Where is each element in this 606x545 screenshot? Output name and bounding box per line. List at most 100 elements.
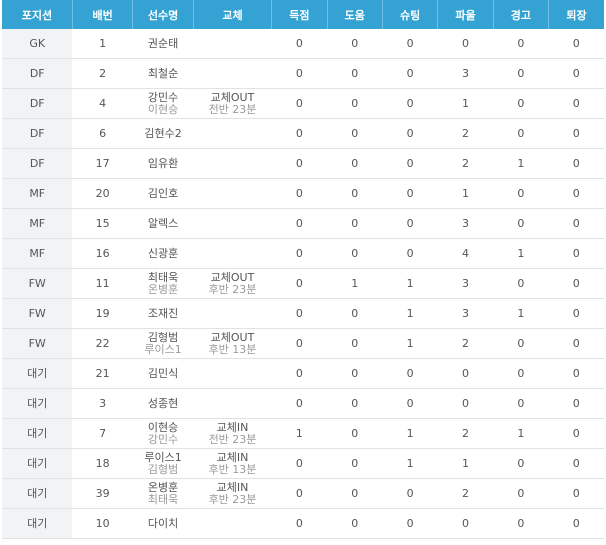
player-name: 다이치: [147, 516, 179, 530]
substitution-time: 전반 23분: [208, 102, 257, 116]
cell-shots: 0: [382, 388, 438, 419]
cell-red-cards: 0: [548, 238, 604, 269]
cell-red-cards: 0: [548, 328, 604, 359]
cell-fouls: 3: [437, 268, 494, 299]
substitution-time: 후반 23분: [208, 492, 257, 506]
cell-substitution: [193, 148, 272, 179]
cell-substitution: [193, 298, 272, 329]
substitution-type: 교체OUT: [210, 270, 255, 284]
cell-number: 11: [72, 268, 133, 299]
cell-assists: 0: [327, 418, 383, 449]
cell-assists: 0: [327, 448, 383, 479]
header-substitution: 교체: [193, 0, 273, 29]
cell-goals: 0: [271, 358, 328, 389]
substituted-player-name: 루이스1: [144, 342, 182, 356]
cell-assists: 0: [327, 58, 383, 89]
cell-red-cards: 0: [548, 508, 604, 539]
cell-yellow-cards: 1: [493, 148, 549, 179]
cell-fouls: 2: [437, 118, 494, 149]
cell-substitution: 교체IN 후반 23분: [193, 478, 272, 509]
table-row: MF 16 신광훈 0 0 0 4 1 0: [2, 238, 604, 269]
substitution-type: 교체OUT: [210, 330, 255, 344]
cell-number: 4: [72, 88, 133, 119]
cell-goals: 0: [271, 328, 328, 359]
cell-number: 1: [72, 29, 133, 59]
table-row: 대기 10 다이치 0 0 0 0 0 0: [2, 508, 604, 539]
cell-assists: 0: [327, 328, 383, 359]
cell-shots: 1: [382, 298, 438, 329]
cell-shots: 1: [382, 418, 438, 449]
cell-position: 대기: [2, 358, 73, 389]
cell-number: 19: [72, 298, 133, 329]
cell-player-name: 이현승 강민수: [132, 418, 194, 449]
cell-assists: 0: [327, 478, 383, 509]
cell-goals: 0: [271, 118, 328, 149]
cell-goals: 0: [271, 238, 328, 269]
cell-position: 대기: [2, 478, 73, 509]
player-name: 온병훈: [147, 480, 179, 494]
cell-number: 10: [72, 508, 133, 539]
cell-substitution: [193, 29, 272, 59]
player-name: 루이스1: [144, 450, 182, 464]
cell-position: 대기: [2, 508, 73, 539]
cell-position: DF: [2, 148, 73, 179]
player-name: 김현수2: [144, 126, 182, 140]
cell-position: DF: [2, 58, 73, 89]
cell-red-cards: 0: [548, 148, 604, 179]
header-position: 포지션: [2, 0, 73, 29]
cell-assists: 0: [327, 388, 383, 419]
cell-assists: 0: [327, 88, 383, 119]
cell-shots: 1: [382, 328, 438, 359]
cell-assists: 0: [327, 298, 383, 329]
cell-position: FW: [2, 328, 73, 359]
cell-goals: 0: [271, 448, 328, 479]
cell-position: GK: [2, 29, 73, 59]
substitution-type: 교체IN: [216, 420, 249, 434]
cell-position: MF: [2, 178, 73, 209]
cell-player-name: 김인호: [132, 178, 194, 209]
player-name: 강민수: [147, 90, 179, 104]
cell-red-cards: 0: [548, 418, 604, 449]
player-name: 김민식: [147, 366, 179, 380]
cell-goals: 0: [271, 388, 328, 419]
player-name: 성종현: [147, 396, 179, 410]
cell-goals: 1: [271, 418, 328, 449]
cell-player-name: 김현수2: [132, 118, 194, 149]
cell-assists: 0: [327, 508, 383, 539]
player-name: 알렉스: [147, 216, 179, 230]
table-row: MF 15 알렉스 0 0 0 3 0 0: [2, 208, 604, 239]
header-red-cards: 퇴장: [548, 0, 604, 29]
cell-goals: 0: [271, 298, 328, 329]
cell-goals: 0: [271, 88, 328, 119]
cell-red-cards: 0: [548, 268, 604, 299]
cell-player-name: 알렉스: [132, 208, 194, 239]
cell-shots: 0: [382, 508, 438, 539]
cell-red-cards: 0: [548, 358, 604, 389]
cell-player-name: 최태욱 온병훈: [132, 268, 194, 299]
substitution-time: 후반 13분: [208, 342, 257, 356]
cell-red-cards: 0: [548, 298, 604, 329]
cell-shots: 1: [382, 268, 438, 299]
cell-goals: 0: [271, 148, 328, 179]
substituted-player-name: 김형범: [147, 462, 179, 476]
cell-number: 2: [72, 58, 133, 89]
substituted-player-name: 온병훈: [147, 282, 179, 296]
cell-shots: 1: [382, 448, 438, 479]
player-name: 조재진: [147, 306, 179, 320]
cell-assists: 0: [327, 238, 383, 269]
cell-goals: 0: [271, 29, 328, 59]
player-name: 신광훈: [147, 246, 179, 260]
cell-goals: 0: [271, 478, 328, 509]
cell-shots: 0: [382, 208, 438, 239]
cell-assists: 0: [327, 118, 383, 149]
cell-substitution: [193, 178, 272, 209]
cell-fouls: 4: [437, 238, 494, 269]
table-row: FW 19 조재진 0 0 1 3 1 0: [2, 298, 604, 329]
cell-yellow-cards: 0: [493, 118, 549, 149]
table-row: FW 22 김형범 루이스1 교체OUT 후반 13분 0 0 1 2 0 0: [2, 328, 604, 359]
cell-fouls: 3: [437, 298, 494, 329]
cell-number: 39: [72, 478, 133, 509]
substitution-time: 후반 13분: [208, 462, 257, 476]
cell-substitution: 교체OUT 전반 23분: [193, 88, 272, 119]
cell-red-cards: 0: [548, 58, 604, 89]
